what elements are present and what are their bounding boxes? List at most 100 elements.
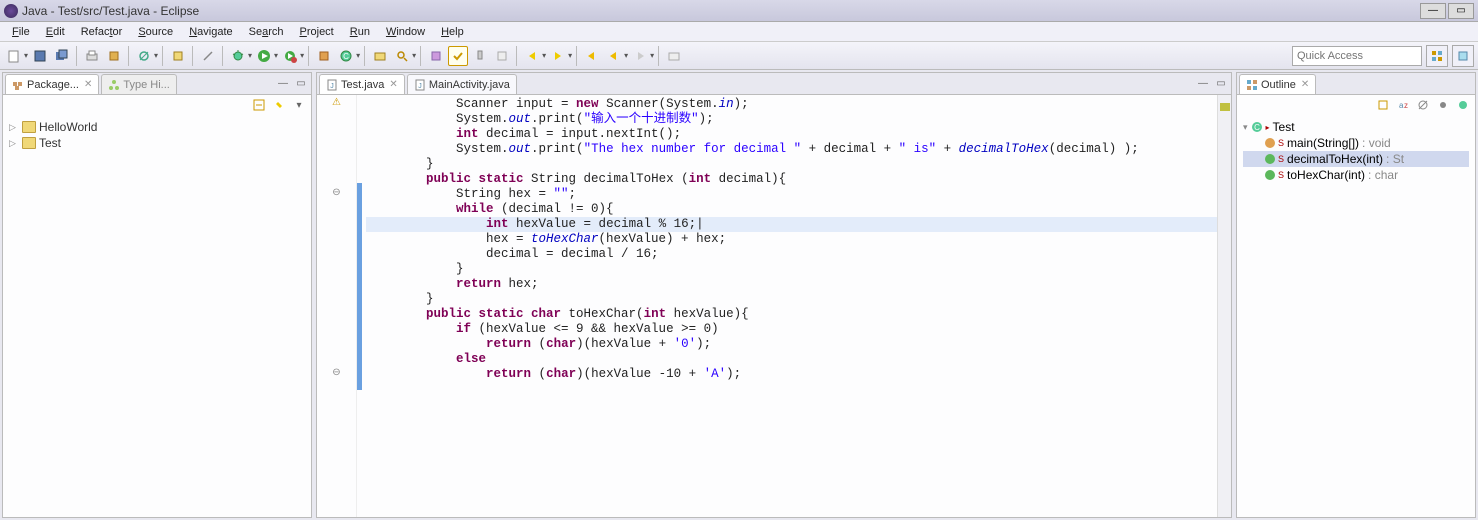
run-last-button[interactable] bbox=[280, 46, 300, 66]
project-helloworld[interactable]: ▷ HelloWorld bbox=[9, 119, 305, 135]
outline-icon bbox=[1246, 79, 1258, 91]
save-button[interactable] bbox=[30, 46, 50, 66]
menu-file[interactable]: File bbox=[4, 24, 38, 40]
new-wizard-button[interactable] bbox=[168, 46, 188, 66]
wand-icon[interactable] bbox=[198, 46, 218, 66]
ruler-mark[interactable] bbox=[1220, 107, 1230, 111]
save-all-button[interactable] bbox=[52, 46, 72, 66]
debug-button[interactable] bbox=[228, 46, 248, 66]
editor-tabs: J Test.java ✕ J MainActivity.java — ▭ bbox=[317, 73, 1231, 95]
outline-method[interactable]: S toHexChar(int) : char bbox=[1243, 167, 1469, 183]
sort-az-button[interactable]: az bbox=[1395, 97, 1411, 113]
editor-panel: J Test.java ✕ J MainActivity.java — ▭ ⚠ … bbox=[316, 72, 1232, 518]
hide-fields-button[interactable] bbox=[1415, 97, 1431, 113]
tab-type-hierarchy[interactable]: Type Hi... bbox=[101, 74, 176, 94]
minimize-editor-button[interactable]: — bbox=[1195, 75, 1211, 91]
skip-breakpoints-button[interactable] bbox=[134, 46, 154, 66]
new-class-button[interactable]: C bbox=[336, 46, 356, 66]
main-toolbar: ▾ ▾ ▾ ▾ ▾ C▾ ▾ ▾ ▾ ▾ ▾ bbox=[0, 42, 1478, 70]
task-button[interactable] bbox=[426, 46, 446, 66]
new-package-button[interactable] bbox=[314, 46, 334, 66]
sort-button[interactable] bbox=[1375, 97, 1391, 113]
maximize-view-button[interactable]: ▭ bbox=[293, 75, 309, 91]
toggle-mark-button[interactable] bbox=[448, 46, 468, 66]
outline-method[interactable]: S decimalToHex(int) : St bbox=[1243, 151, 1469, 167]
expand-icon[interactable]: ▷ bbox=[9, 122, 19, 133]
build-button[interactable] bbox=[104, 46, 124, 66]
tab-label: MainActivity.java bbox=[429, 79, 510, 91]
menu-run[interactable]: Run bbox=[342, 24, 378, 40]
link-editor-button[interactable] bbox=[271, 97, 287, 113]
minimize-view-button[interactable]: — bbox=[275, 75, 291, 91]
fold-icon[interactable]: ⊖ bbox=[317, 365, 356, 380]
hierarchy-icon bbox=[108, 79, 120, 91]
minimize-button[interactable]: — bbox=[1420, 3, 1446, 19]
forward-button[interactable] bbox=[630, 46, 650, 66]
menu-navigate[interactable]: Navigate bbox=[181, 24, 240, 40]
back-button[interactable] bbox=[582, 46, 602, 66]
open-perspective-button[interactable] bbox=[1426, 45, 1448, 67]
next-annotation-button[interactable] bbox=[522, 46, 542, 66]
project-test[interactable]: ▷ Test bbox=[9, 135, 305, 151]
close-icon[interactable]: ✕ bbox=[1301, 79, 1309, 90]
view-menu-button[interactable]: ▾ bbox=[291, 97, 307, 113]
menu-search[interactable]: Search bbox=[241, 24, 292, 40]
menu-window[interactable]: Window bbox=[378, 24, 433, 40]
java-perspective-button[interactable] bbox=[1452, 45, 1474, 67]
menu-edit[interactable]: Edit bbox=[38, 24, 73, 40]
svg-text:C: C bbox=[343, 52, 349, 61]
open-type-button[interactable] bbox=[370, 46, 390, 66]
menu-refactor[interactable]: Refactor bbox=[73, 24, 131, 40]
method-name: toHexChar(int) bbox=[1287, 168, 1365, 182]
package-explorer-tabs: Package... ✕ Type Hi... — ▭ bbox=[3, 73, 311, 95]
menu-bar: File Edit Refactor Source Navigate Searc… bbox=[0, 22, 1478, 42]
package-explorer-toolbar: ▾ bbox=[3, 95, 311, 115]
menu-help[interactable]: Help bbox=[433, 24, 472, 40]
project-label: Test bbox=[39, 136, 61, 150]
search-button[interactable] bbox=[392, 46, 412, 66]
overview-ruler[interactable] bbox=[1217, 95, 1231, 517]
back-history-button[interactable] bbox=[604, 46, 624, 66]
filter-button[interactable] bbox=[492, 46, 512, 66]
collapse-all-button[interactable] bbox=[251, 97, 267, 113]
svg-text:J: J bbox=[330, 83, 334, 90]
java-file-icon: J bbox=[414, 79, 426, 91]
prev-annotation-button[interactable] bbox=[548, 46, 568, 66]
outline-class[interactable]: ▾ C ▸ Test bbox=[1243, 119, 1469, 135]
close-icon[interactable]: ✕ bbox=[389, 79, 397, 90]
project-label: HelloWorld bbox=[39, 120, 97, 134]
hide-static-button[interactable] bbox=[1435, 97, 1451, 113]
print-button[interactable] bbox=[82, 46, 102, 66]
svg-text:J: J bbox=[418, 83, 422, 90]
quick-access-input[interactable] bbox=[1292, 46, 1422, 66]
editor-gutter[interactable]: ⚠ ⊖ ⊖ bbox=[317, 95, 357, 517]
outline-method[interactable]: S main(String[]) : void bbox=[1243, 135, 1469, 151]
method-name: decimalToHex(int) bbox=[1287, 152, 1383, 166]
editor-body[interactable]: ⚠ ⊖ ⊖ Scanner input = new Scanner(System… bbox=[317, 95, 1231, 517]
maximize-button[interactable]: ▭ bbox=[1448, 3, 1474, 19]
pin-button[interactable] bbox=[470, 46, 490, 66]
method-icon bbox=[1265, 154, 1275, 164]
perspective-icon[interactable] bbox=[664, 46, 684, 66]
menu-project[interactable]: Project bbox=[292, 24, 342, 40]
code-area[interactable]: Scanner input = new Scanner(System.in); … bbox=[362, 95, 1217, 517]
close-icon[interactable]: ✕ bbox=[84, 79, 92, 90]
tab-label: Type Hi... bbox=[123, 79, 169, 91]
tab-test-java[interactable]: J Test.java ✕ bbox=[319, 74, 405, 94]
warning-icon[interactable]: ⚠ bbox=[317, 95, 356, 110]
new-button[interactable] bbox=[4, 46, 24, 66]
project-icon bbox=[22, 121, 36, 133]
hide-nonpublic-button[interactable] bbox=[1455, 97, 1471, 113]
maximize-editor-button[interactable]: ▭ bbox=[1213, 75, 1229, 91]
menu-source[interactable]: Source bbox=[130, 24, 181, 40]
outline-tabs: Outline ✕ bbox=[1237, 73, 1475, 95]
svg-text:z: z bbox=[1404, 101, 1408, 110]
expand-icon[interactable]: ▷ bbox=[9, 138, 19, 149]
tab-package-explorer[interactable]: Package... ✕ bbox=[5, 74, 99, 94]
tab-mainactivity-java[interactable]: J MainActivity.java bbox=[407, 74, 517, 94]
fold-icon[interactable]: ⊖ bbox=[317, 185, 356, 200]
run-button[interactable] bbox=[254, 46, 274, 66]
outline-toolbar: az bbox=[1237, 95, 1475, 115]
tab-outline[interactable]: Outline ✕ bbox=[1239, 74, 1316, 94]
method-name: main(String[]) bbox=[1287, 136, 1359, 150]
